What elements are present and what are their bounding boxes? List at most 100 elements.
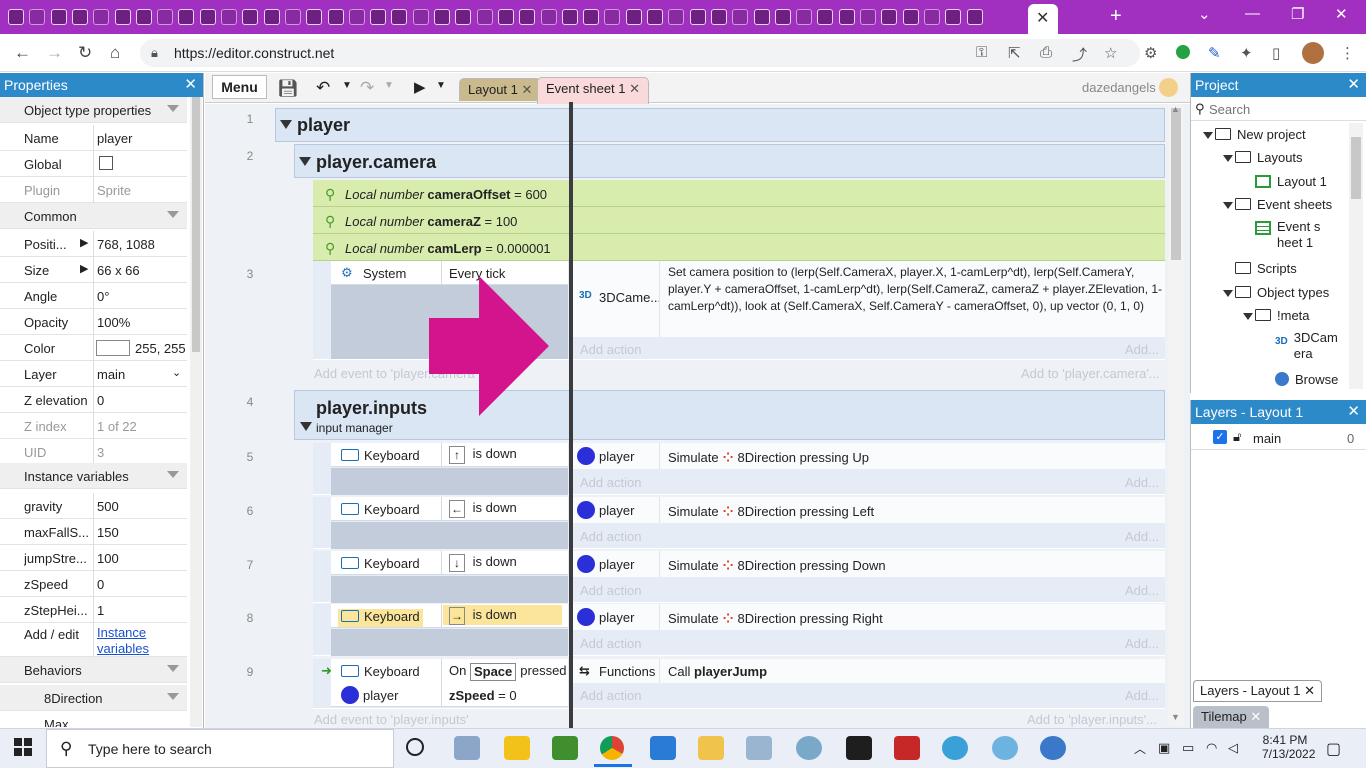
- tray-wifi-icon[interactable]: ◠: [1206, 740, 1217, 756]
- add-more-link[interactable]: Add...: [1125, 475, 1159, 490]
- action-simulate-left[interactable]: player Simulate ⁘ 8Direction pressing Left: [571, 497, 1165, 523]
- property-row[interactable]: Color 255, 255: [0, 335, 187, 361]
- taskbar-app-photos[interactable]: [454, 736, 480, 760]
- tab-favicon-icon[interactable]: [945, 9, 962, 25]
- add-more-link[interactable]: Add...: [1125, 529, 1159, 544]
- redo-icon[interactable]: ↷: [360, 78, 374, 98]
- tab-favicon-icon[interactable]: [966, 9, 983, 25]
- tab-favicon-icon[interactable]: [284, 9, 301, 25]
- property-value[interactable]: 150: [97, 525, 119, 540]
- property-value[interactable]: Sprite: [97, 183, 131, 198]
- tab-favicon-icon[interactable]: [540, 9, 557, 25]
- task-view-icon[interactable]: [406, 738, 424, 756]
- project-tree-item[interactable]: 3D 3DCamera: [1275, 330, 1340, 362]
- tab-close-icon[interactable]: ✕: [1304, 683, 1315, 698]
- extensions-puzzle-icon[interactable]: ✦: [1240, 44, 1253, 62]
- tray-battery-icon[interactable]: ▭: [1182, 740, 1194, 756]
- section-object-type[interactable]: Object type properties: [24, 103, 184, 118]
- tree-expand-icon[interactable]: [1223, 155, 1233, 162]
- tab-favicon-icon[interactable]: [625, 9, 642, 25]
- tab-close-icon[interactable]: ✕: [1250, 709, 1261, 724]
- property-value[interactable]: player: [97, 131, 132, 146]
- property-row[interactable]: zStepHei... 1: [0, 597, 187, 623]
- property-value[interactable]: 500: [97, 499, 119, 514]
- property-row[interactable]: Z elevation 0: [0, 387, 187, 413]
- undo-dropdown-icon[interactable]: ▼: [342, 80, 352, 91]
- property-value[interactable]: 100%: [97, 315, 130, 330]
- tab-favicon-icon[interactable]: [242, 9, 259, 25]
- group-collapse-icon[interactable]: [300, 422, 312, 431]
- tab-favicon-icon[interactable]: [689, 9, 706, 25]
- tab-favicon-icon[interactable]: [732, 9, 749, 25]
- redo-dropdown-icon[interactable]: ▼: [384, 80, 394, 91]
- layer-visible-checkbox[interactable]: ✓: [1213, 430, 1227, 444]
- forward-icon[interactable]: →: [46, 43, 63, 63]
- behavior-8direction[interactable]: 8Direction: [44, 691, 144, 706]
- tab-favicon-icon[interactable]: [327, 9, 344, 25]
- tab-favicon-icon[interactable]: [497, 9, 514, 25]
- expand-icon[interactable]: ▶: [80, 236, 88, 249]
- tab-favicon-icon[interactable]: [710, 9, 727, 25]
- tab-favicon-icon[interactable]: [157, 9, 174, 25]
- section-behaviors[interactable]: Behaviors: [24, 663, 184, 678]
- extension-green-icon[interactable]: [1176, 45, 1190, 59]
- local-variable-cameraOffset[interactable]: ⚲ Local number cameraOffset = 600: [313, 180, 1165, 207]
- scroll-down-icon[interactable]: ▼: [1171, 712, 1180, 722]
- notification-icon[interactable]: ▢: [1326, 739, 1341, 759]
- add-action-link[interactable]: Add action: [580, 688, 641, 703]
- property-value[interactable]: 1 of 22: [97, 419, 137, 434]
- tab-favicon-icon[interactable]: [647, 9, 663, 25]
- tab-favicon-icon[interactable]: [50, 9, 67, 25]
- scroll-up-icon[interactable]: ▲: [1171, 104, 1180, 114]
- project-tree-item[interactable]: Layouts: [1235, 150, 1303, 165]
- taskbar-app-explorer[interactable]: [698, 736, 724, 760]
- add-action-link[interactable]: Add action: [580, 583, 641, 598]
- tab-search-icon[interactable]: ⌄: [1198, 5, 1211, 23]
- tab-favicon-icon[interactable]: [348, 9, 365, 25]
- close-window-icon[interactable]: ✕: [1335, 5, 1348, 23]
- expand-icon[interactable]: ▶: [80, 262, 88, 275]
- tab-close-icon[interactable]: ✕: [629, 81, 640, 96]
- tab-favicon-icon[interactable]: [135, 9, 152, 25]
- user-avatar[interactable]: [1159, 78, 1178, 97]
- property-value[interactable]: 768, 1088: [97, 237, 155, 252]
- tree-expand-icon[interactable]: [1223, 290, 1233, 297]
- lock-icon[interactable]: 🔒︎: [151, 45, 158, 61]
- extension-pen-icon[interactable]: ✎: [1208, 44, 1221, 62]
- tray-chevron-icon[interactable]: ︿: [1134, 740, 1146, 757]
- tab-favicon-icon[interactable]: [263, 9, 280, 25]
- tab-favicon-icon[interactable]: [923, 9, 940, 25]
- property-value[interactable]: 100: [97, 551, 119, 566]
- property-row[interactable]: Z index 1 of 22: [0, 413, 187, 439]
- menu-button[interactable]: Menu: [212, 75, 267, 99]
- condition-space-pressed[interactable]: ➜ Keyboard On Space pressed player zSpeed…: [321, 659, 568, 707]
- group-player[interactable]: [275, 108, 1165, 142]
- restore-icon[interactable]: ❐: [1291, 5, 1304, 23]
- add-more-link[interactable]: Add...: [1125, 636, 1159, 651]
- windows-start-icon[interactable]: [14, 738, 32, 759]
- tree-expand-icon[interactable]: [1243, 313, 1253, 320]
- taskbar-app-notepad[interactable]: [552, 736, 578, 760]
- property-row[interactable]: UID 3: [0, 439, 187, 465]
- property-row[interactable]: maxFallS... 150: [0, 519, 187, 545]
- tab-favicon-icon[interactable]: [114, 9, 131, 25]
- tab-favicon-icon[interactable]: [29, 9, 46, 25]
- tab-favicon-icon[interactable]: [434, 9, 450, 25]
- property-value[interactable]: 66 x 66: [97, 263, 140, 278]
- add-event-inputs-link[interactable]: Add event to 'player.inputs': [314, 712, 469, 727]
- tray-network-icon[interactable]: ▣: [1158, 740, 1170, 756]
- taskbar-search-text[interactable]: Type here to search: [88, 741, 212, 757]
- add-to-inputs-link[interactable]: Add to 'player.inputs'...: [1027, 712, 1157, 727]
- group-collapse-icon[interactable]: [280, 120, 292, 129]
- collapse-icon[interactable]: [167, 665, 179, 672]
- property-value[interactable]: 0°: [97, 289, 109, 304]
- tab-favicon-icon[interactable]: [412, 9, 429, 25]
- property-row[interactable]: Name player: [0, 125, 187, 151]
- url-text[interactable]: https://editor.construct.net: [174, 45, 334, 61]
- condition-key-down[interactable]: Keyboard → is down: [331, 604, 568, 628]
- condition-key-down[interactable]: Keyboard ↑ is down: [331, 443, 568, 467]
- instance-variables-link[interactable]: Instance variables: [97, 625, 149, 657]
- local-variable-camLerp[interactable]: ⚲ Local number camLerp = 0.000001: [313, 234, 1165, 261]
- property-value[interactable]: 255, 255: [135, 341, 186, 356]
- add-to-camera-link[interactable]: Add to 'player.camera'...: [1021, 366, 1160, 381]
